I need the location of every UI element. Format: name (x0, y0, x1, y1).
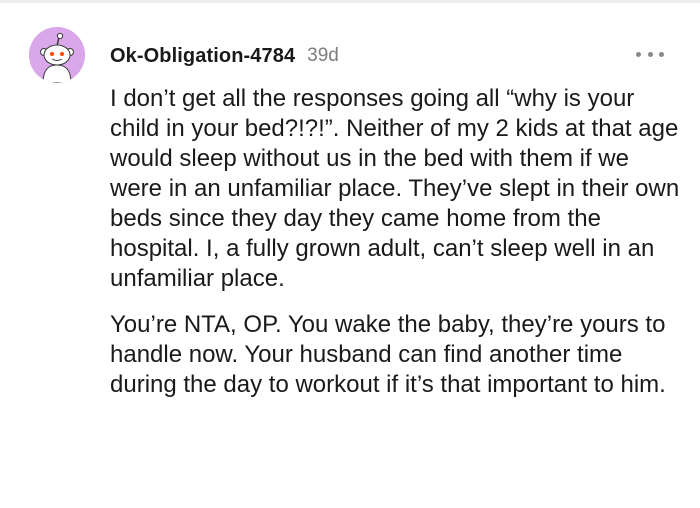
more-options-button[interactable] (636, 44, 664, 64)
comment-paragraph: You’re NTA, OP. You wake the baby, they’… (110, 311, 666, 398)
comment-header: Ok-Obligation-4784 39d (110, 41, 339, 71)
more-options-icon-dot (647, 51, 653, 57)
more-options-icon-dot (659, 51, 664, 57)
comment-age: 39d (307, 45, 339, 66)
username-link[interactable]: Ok-Obligation-4784 (110, 45, 295, 68)
comment: Ok-Obligation-4784 39d I don’t get all t… (0, 0, 700, 508)
reddit-snoo-avatar-icon (29, 27, 85, 83)
more-options-icon (636, 51, 641, 57)
avatar[interactable] (29, 27, 85, 83)
comment-paragraph: I don’t get all the responses going all … (110, 85, 680, 292)
comment-body: I don’t get all the responses going all … (110, 84, 680, 400)
